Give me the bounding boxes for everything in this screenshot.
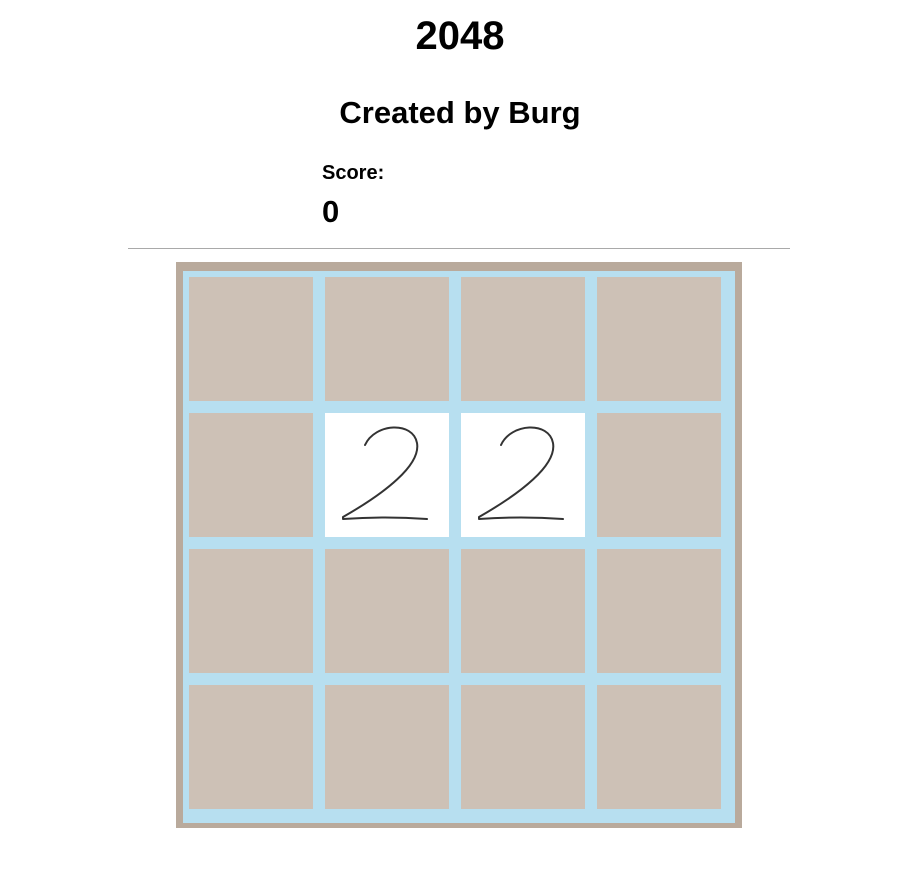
- score-value: 0: [322, 194, 340, 229]
- tile-grid[interactable]: 22: [183, 271, 735, 823]
- tile-2: 2: [461, 413, 585, 537]
- game-title: 2048: [415, 14, 505, 58]
- game-page: 2048 Created by Burg Score: 0 22: [0, 0, 920, 884]
- score-label: Score:: [322, 162, 385, 184]
- empty-cell: [461, 277, 585, 401]
- tile-2: 2: [325, 413, 449, 537]
- empty-cell: [325, 685, 449, 809]
- empty-cell: [325, 277, 449, 401]
- empty-cell: [597, 549, 721, 673]
- empty-cell: [189, 277, 313, 401]
- game-board[interactable]: 22: [176, 262, 742, 828]
- empty-cell: [597, 685, 721, 809]
- header-divider: [128, 248, 790, 249]
- empty-cell: [325, 549, 449, 673]
- creator-subtitle: Created by Burg: [339, 95, 581, 130]
- empty-cell: [597, 277, 721, 401]
- tile-digit: 2: [342, 426, 428, 520]
- empty-cell: [189, 549, 313, 673]
- empty-cell: [461, 549, 585, 673]
- empty-cell: [189, 685, 313, 809]
- empty-cell: [597, 413, 721, 537]
- empty-cell: [461, 685, 585, 809]
- empty-cell: [189, 413, 313, 537]
- tile-digit: 2: [478, 426, 564, 520]
